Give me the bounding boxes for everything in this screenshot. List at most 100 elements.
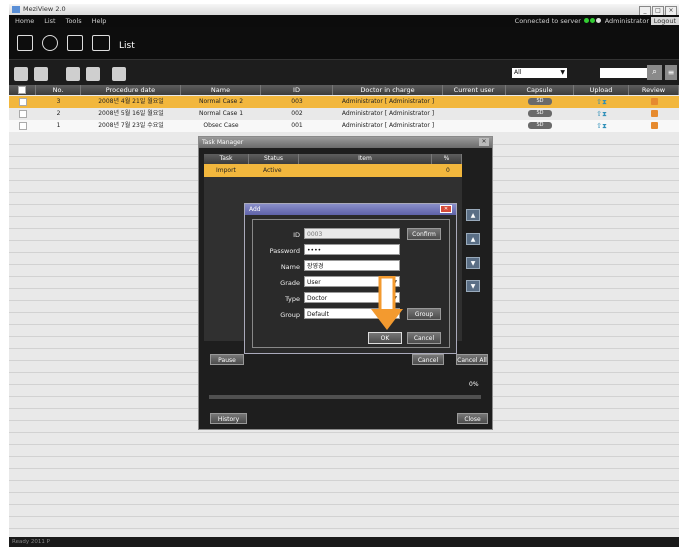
- name-field[interactable]: 장영경: [304, 260, 400, 271]
- id-field[interactable]: 0003: [304, 228, 400, 239]
- menu-list[interactable]: List: [44, 15, 55, 27]
- cell-no: 1: [56, 122, 61, 129]
- close-icon[interactable]: ✕: [479, 138, 489, 146]
- page-title: List: [119, 41, 135, 51]
- id-label: ID: [293, 231, 300, 239]
- column-header-date[interactable]: Procedure date: [81, 85, 181, 95]
- status-bar: Ready 2011 P: [9, 537, 679, 547]
- move-down-icon[interactable]: ▼: [466, 257, 480, 269]
- filter-value: All: [514, 69, 522, 76]
- status-text: Ready 2011 P: [12, 539, 50, 545]
- import-icon[interactable]: [86, 67, 100, 81]
- close-icon[interactable]: ✕: [440, 205, 452, 213]
- select-all-checkbox[interactable]: [18, 86, 26, 94]
- list-toolbar: All ▼ ⌕ ≡: [9, 59, 679, 86]
- type-label: Type: [285, 295, 300, 303]
- capsule-badge[interactable]: SD: [528, 98, 552, 105]
- progress-percent: 0%: [469, 381, 479, 388]
- search-icon[interactable]: ⌕: [647, 65, 662, 80]
- confirm-id-button[interactable]: Confirm: [407, 228, 441, 240]
- main-toolbar: List: [9, 27, 679, 59]
- review-icon[interactable]: [650, 98, 658, 105]
- close-dialog-button[interactable]: Close: [457, 413, 488, 424]
- filter-select[interactable]: All ▼: [512, 68, 567, 78]
- cell-date: 2008년 4월 21일 월요일: [98, 98, 164, 105]
- cancel-button[interactable]: Cancel: [407, 332, 441, 344]
- column-header-no[interactable]: No.: [36, 85, 81, 95]
- cell-id: 002: [291, 110, 303, 117]
- column-header-capsule[interactable]: Capsule: [506, 85, 574, 95]
- column-header-review[interactable]: Review: [629, 85, 679, 95]
- column-header-id[interactable]: ID: [261, 85, 333, 95]
- upload-icon[interactable]: ⇧⧗: [596, 122, 607, 130]
- column-header-upload[interactable]: Upload: [574, 85, 629, 95]
- capture-icon[interactable]: [42, 35, 58, 51]
- move-bottom-icon[interactable]: ▼: [466, 280, 480, 292]
- empty-row-line: [9, 528, 679, 529]
- print-icon[interactable]: [14, 67, 28, 81]
- row-checkbox[interactable]: [18, 109, 27, 118]
- cell-no: 3: [56, 98, 61, 105]
- message-icon[interactable]: [92, 35, 110, 51]
- more-icon[interactable]: ≡: [665, 65, 677, 80]
- upload-icon[interactable]: ⇧⧗: [596, 98, 607, 106]
- cell-name: Obsec Case: [203, 122, 239, 129]
- select-all-header[interactable]: [9, 85, 36, 95]
- column-header-name[interactable]: Name: [181, 85, 261, 95]
- password-field[interactable]: ••••: [304, 244, 400, 255]
- task-col-item: Item: [299, 154, 432, 164]
- empty-row-line: [9, 516, 679, 517]
- cancel-all-button[interactable]: Cancel All: [456, 354, 488, 365]
- review-icon[interactable]: [650, 122, 658, 129]
- column-header-doctor[interactable]: Doctor in charge: [333, 85, 443, 95]
- status-dot-icon: [590, 18, 595, 23]
- logout-button[interactable]: Logout: [650, 17, 679, 25]
- empty-row-line: [9, 492, 679, 493]
- table-row[interactable]: 3 2008년 4월 21일 월요일 Normal Case 2 003 Adm…: [9, 96, 679, 108]
- capsule-badge[interactable]: SD: [528, 122, 552, 129]
- title-bar: MeziView 2.0 _ □ ×: [9, 4, 679, 16]
- chevron-down-icon: ▼: [560, 69, 565, 76]
- move-up-icon[interactable]: ▲: [466, 233, 480, 245]
- delete-icon[interactable]: [112, 67, 126, 81]
- table-row[interactable]: 2 2008년 5월 16일 월요일 Normal Case 1 002 Adm…: [9, 108, 679, 120]
- menu-tools[interactable]: Tools: [66, 15, 82, 27]
- cell-name: Normal Case 1: [198, 110, 244, 117]
- table-row[interactable]: 1 2008년 7월 23일 수요일 Obsec Case 001 Admini…: [9, 120, 679, 132]
- list-view-icon[interactable]: [17, 35, 33, 51]
- task-col-status: Status: [249, 154, 299, 164]
- new-case-icon[interactable]: [66, 67, 80, 81]
- pause-button[interactable]: Pause: [210, 354, 244, 365]
- task-status: Active: [263, 167, 282, 174]
- column-header-current-user[interactable]: Current user: [443, 85, 506, 95]
- current-user: Administrator: [604, 17, 649, 25]
- row-checkbox[interactable]: [18, 97, 27, 106]
- task-row[interactable]: Import Active 0: [204, 164, 462, 177]
- review-icon[interactable]: [650, 110, 658, 117]
- history-button[interactable]: History: [210, 413, 247, 424]
- cell-doctor: Administrator [ Administrator ]: [341, 110, 435, 117]
- task-percent: 0: [446, 167, 450, 174]
- move-top-icon[interactable]: ▲: [466, 209, 480, 221]
- cell-doctor: Administrator [ Administrator ]: [341, 122, 435, 129]
- cell-date: 2008년 5월 16일 월요일: [98, 110, 164, 117]
- task-col-percent: %: [432, 154, 462, 164]
- connection-text: Connected to server: [514, 17, 581, 25]
- group-button[interactable]: Group: [407, 308, 441, 320]
- ok-button[interactable]: OK: [368, 332, 402, 344]
- empty-row-line: [9, 504, 679, 505]
- empty-row-line: [9, 432, 679, 433]
- export-icon[interactable]: [34, 67, 48, 81]
- cancel-task-button[interactable]: Cancel: [412, 354, 444, 365]
- menu-help[interactable]: Help: [92, 15, 107, 27]
- cell-date: 2008년 7월 23일 수요일: [98, 122, 164, 129]
- empty-row-line: [9, 444, 679, 445]
- edit-report-icon[interactable]: [67, 35, 83, 51]
- menu-home[interactable]: Home: [15, 15, 34, 27]
- capsule-badge[interactable]: SD: [528, 110, 552, 117]
- cell-no: 2: [56, 110, 61, 117]
- row-checkbox[interactable]: [18, 121, 27, 130]
- empty-row-line: [9, 480, 679, 481]
- upload-icon[interactable]: ⇧⧗: [596, 110, 607, 118]
- cell-name: Normal Case 2: [198, 98, 244, 105]
